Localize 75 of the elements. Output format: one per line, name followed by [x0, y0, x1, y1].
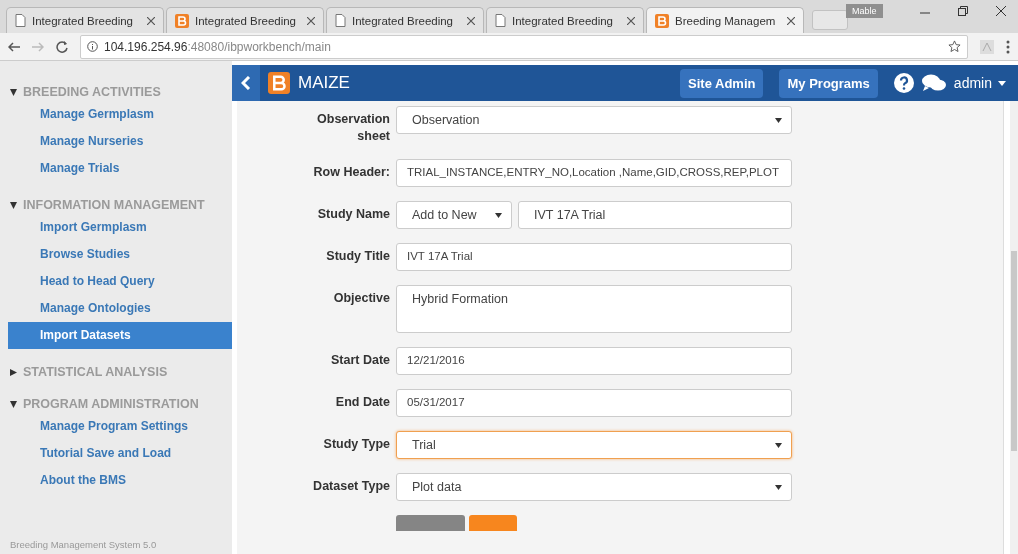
browser-tab[interactable]: Integrated Breeding [166, 7, 324, 33]
page-icon [15, 14, 26, 27]
field-label: Objective [332, 290, 390, 307]
triangle-icon [10, 88, 17, 96]
field-label: Observation sheet [316, 111, 390, 145]
close-icon[interactable] [307, 16, 315, 25]
sidebar-item[interactable]: Manage Program Settings [8, 413, 232, 440]
header-button[interactable]: Site Admin [680, 68, 764, 98]
field-label: Start Date [329, 352, 390, 369]
menu-icon[interactable] [1006, 39, 1010, 54]
triangle-icon [10, 368, 17, 376]
sidebar-item[interactable]: Manage Germplasm [8, 101, 232, 128]
back-arrow-icon[interactable] [8, 41, 20, 52]
help-icon[interactable] [893, 73, 914, 93]
close-icon[interactable] [996, 6, 1006, 16]
input-field[interactable]: 12/21/2016 [396, 347, 792, 375]
crop-title: MAIZE [298, 73, 351, 93]
textarea-field[interactable]: Hybrid Formation [396, 285, 792, 333]
sidebar-item[interactable]: Manage Nurseries [8, 128, 232, 155]
select-field[interactable]: Observation [396, 106, 792, 134]
field-label: Study Type [322, 436, 390, 453]
profile-label[interactable]: Mable [846, 4, 883, 18]
logo-icon [268, 72, 290, 94]
caret-icon [775, 443, 782, 448]
caret-icon [998, 80, 1006, 86]
logo-icon [175, 13, 189, 28]
input-field[interactable]: IVT 17A Trial [518, 201, 792, 229]
sidebar-item[interactable]: Import Germplasm [8, 214, 232, 241]
info-icon [87, 41, 98, 52]
browser-tab[interactable]: Integrated Breeding [326, 7, 484, 33]
sidebar-item[interactable]: Head to Head Query [8, 268, 232, 295]
select-field[interactable]: Trial [396, 431, 792, 459]
browser-tab[interactable]: Integrated Breeding [6, 7, 164, 33]
sidebar-item[interactable]: About the BMS [8, 467, 232, 494]
close-icon[interactable] [467, 16, 475, 25]
browser-tab[interactable]: Integrated Breeding [486, 7, 644, 33]
user-menu[interactable]: admin [953, 75, 1006, 91]
reload-icon[interactable] [56, 40, 68, 53]
chat-icon[interactable] [921, 74, 946, 92]
field-label: Study Name [316, 206, 390, 223]
back-button[interactable] [232, 65, 260, 101]
caret-icon [775, 485, 782, 490]
input-field[interactable]: TRIAL_INSTANCE,ENTRY_NO,Location ,Name,GID,CROSS,REP,PLOT [396, 159, 792, 187]
sidebar-item[interactable]: Tutorial Save and Load [8, 440, 232, 467]
field-label: Dataset Type [312, 478, 390, 495]
field-label: Row Header: [312, 164, 390, 181]
field-label: End Date [334, 394, 390, 411]
sidebar-item[interactable]: Import Datasets [8, 322, 232, 349]
close-icon[interactable] [147, 16, 155, 25]
close-icon[interactable] [787, 16, 795, 25]
address-bar[interactable]: 104.196.254.96:48080/ibpworkbench/main [80, 34, 968, 59]
select-field[interactable]: Add to New [396, 201, 512, 229]
browser-tab[interactable]: Breeding Managem [646, 7, 804, 33]
header-button[interactable]: My Programs [779, 68, 878, 98]
version-text: Breeding Management System 5.0 [9, 539, 158, 552]
sidebar-item[interactable]: Manage Ontologies [8, 295, 232, 322]
select-field[interactable]: Plot data [396, 473, 792, 501]
caret-icon [495, 213, 502, 218]
caret-icon [775, 118, 782, 123]
star-icon[interactable] [948, 40, 961, 53]
input-field[interactable]: 05/31/2017 [396, 389, 792, 417]
sidebar-item[interactable]: Manage Trials [8, 155, 232, 182]
input-field[interactable]: IVT 17A Trial [396, 243, 792, 271]
maximize-icon[interactable] [958, 6, 968, 16]
chevron-left-icon [241, 76, 251, 90]
triangle-icon [10, 201, 17, 209]
page-icon [495, 14, 506, 27]
new-tab-button[interactable] [812, 10, 848, 30]
sidebar-item[interactable]: Browse Studies [8, 241, 232, 268]
triangle-icon [10, 400, 17, 408]
logo-icon [655, 13, 669, 28]
field-label: Study Title [325, 248, 390, 265]
page-icon [335, 14, 346, 27]
close-icon[interactable] [627, 16, 635, 25]
scrollbar[interactable] [1010, 101, 1018, 554]
